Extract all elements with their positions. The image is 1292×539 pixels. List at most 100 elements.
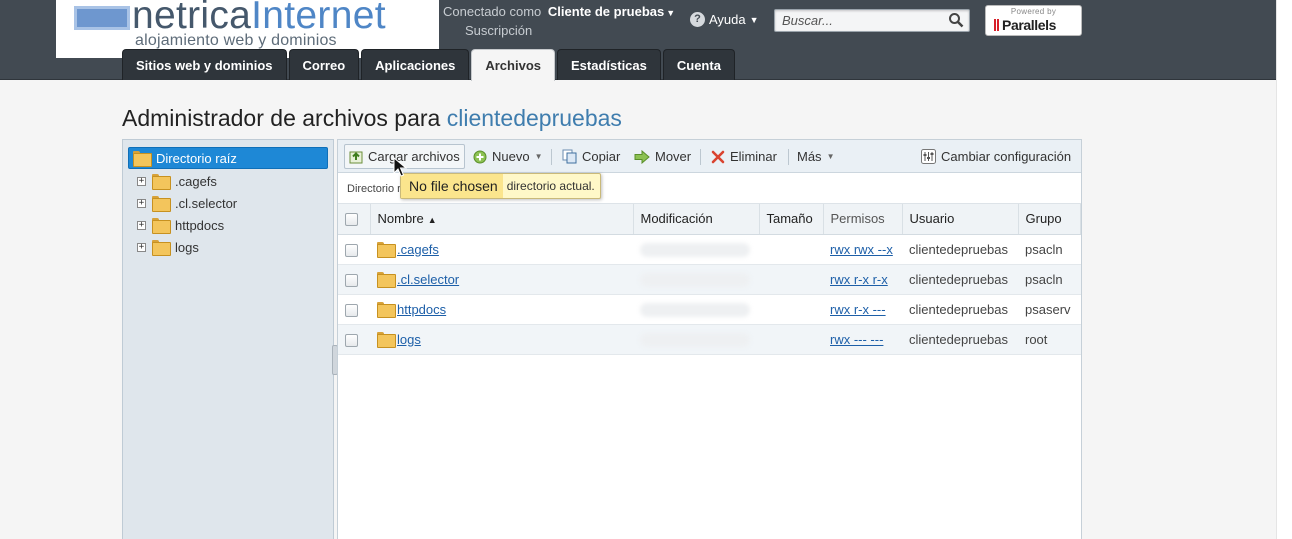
page-title-prefix: Administrador de archivos para bbox=[122, 105, 441, 131]
tab-applications[interactable]: Aplicaciones bbox=[361, 49, 470, 80]
permissions-link[interactable]: rwx --- --- bbox=[830, 332, 883, 347]
new-button[interactable]: Nuevo ▼ bbox=[469, 144, 547, 169]
copy-button[interactable]: Copiar bbox=[558, 144, 624, 169]
settings-sliders-icon bbox=[921, 149, 936, 164]
column-header-modified[interactable]: Modificación bbox=[633, 204, 760, 235]
search-box bbox=[774, 9, 970, 32]
tab-mail[interactable]: Correo bbox=[288, 49, 360, 80]
top-header: netricaInternet alojamiento web y domini… bbox=[0, 0, 1277, 81]
toolbar-divider bbox=[551, 149, 552, 165]
row-checkbox[interactable] bbox=[345, 303, 358, 317]
permissions-cell: rwx r-x r-x bbox=[823, 264, 902, 295]
tab-websites-domains[interactable]: Sitios web y dominios bbox=[122, 49, 287, 80]
redacted-date bbox=[640, 302, 750, 317]
redacted-date bbox=[640, 272, 750, 287]
page-scrollbar[interactable] bbox=[1276, 0, 1292, 539]
help-icon: ? bbox=[690, 12, 705, 27]
tree-item-logs[interactable]: + logs bbox=[137, 236, 199, 258]
column-header-group[interactable]: Grupo bbox=[1018, 204, 1081, 235]
directory-tree: Directorio raíz + .cagefs + .cl.selector… bbox=[122, 139, 334, 539]
file-name-cell: .cl.selector bbox=[370, 264, 633, 295]
powered-by-parallels-badge[interactable]: Powered by Parallels bbox=[985, 5, 1082, 36]
permissions-cell: rwx rwx --x bbox=[823, 234, 902, 265]
toolbar-divider bbox=[788, 149, 789, 165]
user-cell: clientedepruebas bbox=[902, 264, 1018, 295]
row-select-cell bbox=[338, 234, 370, 265]
expand-icon[interactable]: + bbox=[137, 220, 146, 230]
tree-item-httpdocs[interactable]: + httpdocs bbox=[137, 214, 224, 236]
tooltip-text: directorio actual. bbox=[506, 179, 595, 193]
tab-files[interactable]: Archivos bbox=[471, 49, 555, 81]
change-settings-label: Cambiar configuración bbox=[941, 149, 1072, 164]
expand-icon[interactable]: + bbox=[137, 198, 146, 208]
expand-icon[interactable]: + bbox=[137, 176, 146, 186]
user-cell: clientedepruebas bbox=[902, 294, 1018, 325]
more-button[interactable]: Más ▼ bbox=[793, 144, 838, 169]
modified-cell bbox=[633, 324, 759, 355]
row-select-cell bbox=[338, 294, 370, 325]
change-settings-button[interactable]: Cambiar configuración bbox=[917, 144, 1075, 169]
folder-icon bbox=[377, 242, 396, 258]
plesk-file-manager-page: netricaInternet alojamiento web y domini… bbox=[0, 0, 1292, 539]
permissions-link[interactable]: rwx r-x --- bbox=[830, 302, 886, 317]
search-icon[interactable] bbox=[948, 12, 964, 28]
size-cell bbox=[759, 264, 823, 295]
subscription-label[interactable]: Suscripción bbox=[465, 22, 675, 40]
permissions-link[interactable]: rwx r-x r-x bbox=[830, 272, 888, 287]
row-checkbox[interactable] bbox=[345, 273, 358, 287]
move-button[interactable]: Mover bbox=[630, 144, 695, 169]
file-name-link[interactable]: httpdocs bbox=[397, 302, 446, 317]
file-name-link[interactable]: logs bbox=[397, 332, 421, 347]
tree-item-cagefs[interactable]: + .cagefs bbox=[137, 170, 217, 192]
size-cell bbox=[759, 324, 823, 355]
search-input[interactable] bbox=[775, 10, 945, 31]
row-checkbox[interactable] bbox=[345, 243, 358, 257]
tree-item-root[interactable]: Directorio raíz bbox=[128, 147, 328, 169]
row-select-cell bbox=[338, 264, 370, 295]
column-header-name[interactable]: Nombre ▲ bbox=[370, 204, 634, 235]
toolbar-divider bbox=[700, 149, 701, 165]
help-label: Ayuda bbox=[709, 12, 746, 27]
file-name-link[interactable]: .cagefs bbox=[397, 242, 439, 257]
copy-icon bbox=[562, 149, 577, 164]
size-cell bbox=[759, 294, 823, 325]
parallels-brand: Parallels bbox=[1002, 17, 1056, 33]
column-header-user[interactable]: Usuario bbox=[902, 204, 1019, 235]
user-menu[interactable]: Cliente de pruebas bbox=[548, 4, 664, 19]
logo-mark bbox=[74, 6, 130, 30]
page-title: Administrador de archivos para clientede… bbox=[122, 105, 622, 132]
page-title-domain: clientedepruebas bbox=[446, 105, 622, 131]
group-cell: root bbox=[1018, 324, 1081, 355]
folder-icon bbox=[377, 302, 396, 318]
main-tabs: Sitios web y dominios Correo Aplicacione… bbox=[122, 49, 735, 81]
powered-by-label: Powered by bbox=[1010, 7, 1057, 16]
size-cell bbox=[759, 234, 823, 265]
redacted-date bbox=[640, 332, 750, 347]
column-header-size[interactable]: Tamaño bbox=[759, 204, 824, 235]
file-name-cell: .cagefs bbox=[370, 234, 633, 265]
folder-icon bbox=[152, 218, 171, 234]
group-cell: psacln bbox=[1018, 234, 1081, 265]
column-name-label: Nombre bbox=[377, 211, 424, 227]
current-path-label: Directorio r bbox=[347, 183, 401, 195]
chevron-down-icon: ▼ bbox=[826, 152, 835, 161]
user-cell: clientedepruebas bbox=[902, 324, 1018, 355]
file-name-link[interactable]: .cl.selector bbox=[397, 272, 459, 287]
delete-button[interactable]: Eliminar bbox=[707, 144, 781, 169]
tooltip-file-status: No file chosen bbox=[401, 174, 503, 198]
tab-statistics[interactable]: Estadísticas bbox=[557, 49, 661, 80]
permissions-cell: rwx r-x --- bbox=[823, 294, 902, 325]
expand-icon[interactable]: + bbox=[137, 242, 146, 252]
tab-account[interactable]: Cuenta bbox=[662, 49, 735, 80]
tree-item-label: .cagefs bbox=[175, 173, 217, 189]
file-name-cell: logs bbox=[370, 324, 633, 355]
chevron-down-icon[interactable]: ▼ bbox=[666, 8, 675, 18]
help-menu[interactable]: ? Ayuda ▼ bbox=[690, 12, 759, 27]
row-checkbox[interactable] bbox=[345, 333, 358, 347]
column-header-permissions: Permisos bbox=[823, 204, 903, 235]
redacted-date bbox=[640, 242, 750, 257]
select-all-checkbox[interactable] bbox=[345, 213, 358, 227]
tree-item-cl-selector[interactable]: + .cl.selector bbox=[137, 192, 237, 214]
chevron-down-icon: ▼ bbox=[534, 152, 543, 161]
permissions-link[interactable]: rwx rwx --x bbox=[830, 242, 893, 257]
